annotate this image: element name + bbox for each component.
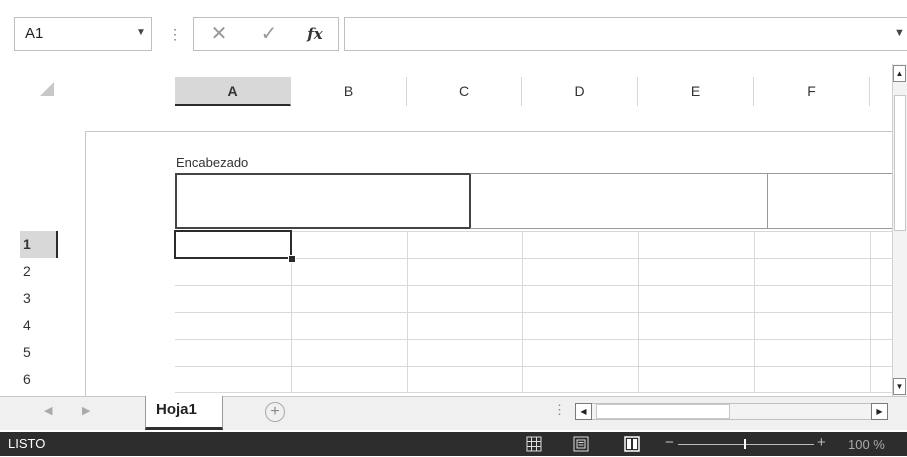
scroll-left-arrow-icon[interactable]: ◀: [575, 403, 592, 420]
next-sheet-icon[interactable]: ▶: [82, 396, 90, 426]
select-all-corner[interactable]: [40, 82, 54, 96]
column-header-c[interactable]: C: [407, 77, 522, 106]
column-header-e[interactable]: E: [638, 77, 754, 106]
name-box-dropdown-icon[interactable]: ▼: [133, 17, 149, 51]
zoom-level[interactable]: 100 %: [848, 437, 885, 452]
column-header-d[interactable]: D: [522, 77, 638, 106]
column-header-a[interactable]: A: [175, 77, 291, 106]
page-header-label: Encabezado: [176, 155, 249, 170]
fill-handle[interactable]: [288, 255, 296, 263]
formula-bar-separator: ⋮: [168, 26, 182, 42]
row-header-6[interactable]: 6: [20, 366, 58, 393]
row-header-1[interactable]: 1: [20, 231, 58, 258]
header-section-center[interactable]: [470, 173, 768, 229]
header-section-right[interactable]: [767, 173, 893, 229]
row-header-4[interactable]: 4: [20, 312, 58, 339]
zoom-slider-thumb[interactable]: [744, 439, 746, 449]
insert-function-button[interactable]: fx: [298, 18, 332, 50]
expand-formula-bar-icon[interactable]: ▼: [892, 17, 907, 51]
scroll-up-arrow-icon[interactable]: ▲: [893, 65, 906, 82]
enter-icon[interactable]: ✓: [252, 18, 286, 50]
row-header-2[interactable]: 2: [20, 258, 58, 285]
row-header-3[interactable]: 3: [20, 285, 58, 312]
row-header-5[interactable]: 5: [20, 339, 58, 366]
column-headers: A B C D E F: [175, 77, 892, 106]
formula-input[interactable]: [344, 17, 907, 51]
page-layout-view-icon[interactable]: [573, 436, 589, 452]
tabs-scrollbar-splitter[interactable]: ⋮: [553, 402, 566, 418]
scroll-down-arrow-icon[interactable]: ▼: [893, 378, 906, 395]
horizontal-scroll-thumb[interactable]: [596, 404, 730, 419]
previous-sheet-icon[interactable]: ◀: [44, 396, 52, 426]
column-header-b[interactable]: B: [291, 77, 407, 106]
header-section-left[interactable]: [175, 173, 471, 229]
sheet-tab-hoja1[interactable]: Hoja1: [145, 396, 223, 430]
active-cell-a1[interactable]: [174, 230, 292, 259]
zoom-in-icon[interactable]: +: [817, 434, 826, 451]
zoom-slider[interactable]: [678, 444, 814, 445]
cancel-icon[interactable]: ✕: [202, 18, 236, 50]
vertical-scroll-thumb[interactable]: [894, 95, 906, 231]
status-text: LISTO: [8, 436, 46, 451]
name-box[interactable]: A1: [14, 17, 152, 51]
page-break-preview-icon[interactable]: [624, 436, 640, 452]
scroll-right-arrow-icon[interactable]: ▶: [871, 403, 888, 420]
formula-buttons: ✕ ✓ fx: [193, 17, 339, 51]
add-sheet-icon[interactable]: +: [265, 402, 285, 422]
zoom-out-icon[interactable]: −: [665, 434, 674, 451]
normal-view-icon[interactable]: [526, 436, 542, 452]
column-header-f[interactable]: F: [754, 77, 870, 106]
